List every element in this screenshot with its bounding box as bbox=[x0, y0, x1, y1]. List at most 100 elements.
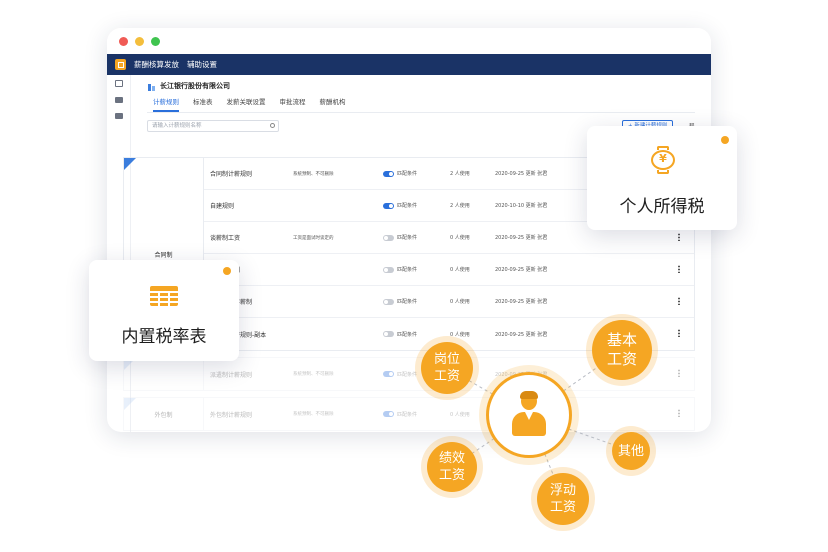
bubble-line: 浮动 bbox=[549, 483, 576, 498]
match-label: 匹配条件 bbox=[397, 203, 418, 209]
bubble-line: 工资 bbox=[549, 500, 576, 515]
rule-description: 系统预制、不可删除 bbox=[293, 372, 334, 377]
group-label bbox=[124, 358, 204, 390]
match-condition: 匹配条件 bbox=[383, 266, 450, 273]
app-logo-icon bbox=[115, 59, 126, 70]
close-window-button[interactable] bbox=[119, 37, 128, 46]
usage-count: 2 人使用 bbox=[450, 203, 470, 209]
bubble-line: 其他 bbox=[617, 443, 644, 459]
more-options-icon[interactable] bbox=[678, 297, 680, 305]
bubble-line: 工资 bbox=[606, 350, 637, 368]
tab-rules[interactable]: 计薪规则 bbox=[153, 96, 179, 112]
tab-bar: 计薪规则 标准表 发薪关联设置 审批流程 薪酬机构 bbox=[147, 96, 695, 113]
bubble-line: 绩效 bbox=[438, 451, 465, 466]
search-input[interactable]: 请输入计薪规则名称 bbox=[147, 120, 279, 132]
top-navbar: 薪酬核算发放 辅助设置 bbox=[107, 54, 711, 75]
match-label: 匹配条件 bbox=[397, 371, 418, 378]
card-dot bbox=[223, 267, 231, 275]
sidebar-bank-icon[interactable] bbox=[114, 97, 123, 103]
table-row[interactable]: 职级工资制匹配条件0 人使用2020-09-25 更新 张君 bbox=[204, 254, 694, 286]
minimize-window-button[interactable] bbox=[135, 37, 144, 46]
usage-count: 0 人使用 bbox=[450, 331, 470, 338]
more-options-icon[interactable] bbox=[678, 369, 680, 377]
match-label: 匹配条件 bbox=[397, 411, 418, 418]
more-options-icon[interactable] bbox=[678, 329, 680, 337]
tab-standard-table[interactable]: 标准表 bbox=[193, 96, 213, 112]
table-row[interactable]: 高级人员年薪制匹配条件0 人使用2020-09-25 更新 张君 bbox=[204, 286, 694, 318]
bubble-line: 基本 bbox=[606, 331, 637, 349]
rule-name[interactable]: 派遣制计薪规则 bbox=[204, 370, 293, 379]
match-toggle[interactable] bbox=[383, 331, 394, 337]
usage-count: 0 人使用 bbox=[450, 299, 470, 305]
tab-approval[interactable]: 审批流程 bbox=[280, 96, 306, 112]
income-tax-card: ¥ 个人所得税 bbox=[587, 126, 737, 230]
match-label: 匹配条件 bbox=[397, 235, 418, 241]
post-salary-bubble: 岗位 工资 bbox=[421, 342, 473, 394]
watch-coin-icon: ¥ bbox=[649, 146, 677, 174]
other-bubble: 其他 bbox=[612, 432, 650, 470]
match-toggle[interactable] bbox=[383, 371, 394, 377]
nav-title[interactable]: 薪酬核算发放 bbox=[134, 59, 179, 70]
sidebar-menu-icon[interactable] bbox=[114, 80, 123, 87]
bubble-line: 岗位 bbox=[433, 352, 460, 367]
employee-icon bbox=[512, 391, 546, 438]
employee-hub bbox=[486, 372, 572, 458]
match-condition: 匹配条件 bbox=[383, 411, 450, 418]
match-condition: 匹配条件 bbox=[383, 202, 450, 209]
updated-info: 2020-09-25 更新 张君 bbox=[495, 235, 548, 241]
match-toggle[interactable] bbox=[383, 266, 394, 273]
title-bar bbox=[107, 28, 711, 54]
tax-rate-table-label: 内置税率表 bbox=[121, 327, 207, 347]
rule-name[interactable]: 谈薪制工资 bbox=[204, 233, 293, 242]
match-toggle[interactable] bbox=[383, 170, 394, 177]
maximize-window-button[interactable] bbox=[151, 37, 160, 46]
table-row[interactable]: 外包制计薪规则 系统预制、不可删除 匹配条件 0 人使用 bbox=[204, 398, 694, 430]
match-condition: 匹配条件 bbox=[383, 298, 450, 305]
group-label: 外包制 bbox=[124, 398, 204, 430]
rule-name[interactable]: 合同制计薪规则 bbox=[204, 169, 293, 178]
company-header: 长江银行股份有限公司 bbox=[147, 81, 695, 91]
tax-rate-table-card: 内置税率表 bbox=[89, 260, 239, 361]
updated-info: 2020-09-25 更新 张君 bbox=[495, 267, 548, 273]
usage-count: 2 人使用 bbox=[450, 171, 470, 177]
building-icon bbox=[147, 81, 156, 91]
more-options-icon[interactable] bbox=[678, 409, 680, 417]
match-toggle[interactable] bbox=[383, 411, 394, 417]
tab-org[interactable]: 薪酬机构 bbox=[320, 96, 346, 112]
more-options-icon[interactable] bbox=[678, 265, 680, 273]
match-label: 匹配条件 bbox=[397, 267, 418, 273]
match-toggle[interactable] bbox=[383, 202, 394, 209]
base-salary-bubble: 基本 工资 bbox=[592, 320, 652, 380]
tab-payroll-link[interactable]: 发薪关联设置 bbox=[227, 96, 266, 112]
rule-description: 系统预制、不可删除 bbox=[293, 171, 334, 177]
match-condition: 匹配条件 bbox=[383, 170, 450, 177]
search-icon[interactable] bbox=[270, 123, 275, 128]
usage-count: 0 人使用 bbox=[450, 235, 470, 241]
table-grid-icon bbox=[150, 286, 178, 306]
updated-info: 2020-09-25 更新 张君 bbox=[495, 299, 548, 305]
floating-salary-bubble: 浮动 工资 bbox=[537, 473, 589, 525]
rule-name[interactable]: 自建规则 bbox=[204, 201, 293, 210]
match-label: 匹配条件 bbox=[397, 171, 418, 177]
sidebar-layers-icon[interactable] bbox=[114, 113, 123, 119]
rule-description: 工资是面试时谈定的 bbox=[293, 235, 334, 241]
match-condition: 匹配条件 bbox=[383, 234, 450, 241]
more-options-icon[interactable] bbox=[678, 233, 680, 241]
performance-salary-bubble: 绩效 工资 bbox=[427, 442, 477, 492]
search-placeholder: 请输入计薪规则名称 bbox=[152, 123, 202, 129]
rule-name[interactable]: 外包制计薪规则 bbox=[204, 410, 293, 419]
company-name: 长江银行股份有限公司 bbox=[160, 82, 230, 90]
rule-description: 系统预制、不可删除 bbox=[293, 412, 334, 417]
income-tax-label: 个人所得税 bbox=[619, 197, 705, 217]
bubble-line: 工资 bbox=[438, 468, 465, 483]
match-toggle[interactable] bbox=[383, 298, 394, 305]
bubble-line: 工资 bbox=[433, 369, 460, 384]
match-label: 匹配条件 bbox=[397, 331, 418, 338]
card-dot bbox=[721, 136, 729, 144]
match-condition: 匹配条件 bbox=[383, 331, 450, 338]
nav-item-settings[interactable]: 辅助设置 bbox=[187, 59, 217, 70]
usage-count: 0 人使用 bbox=[450, 267, 470, 273]
match-label: 匹配条件 bbox=[397, 299, 418, 305]
match-toggle[interactable] bbox=[383, 234, 394, 241]
rule-group: 外包制 外包制计薪规则 系统预制、不可删除 匹配条件 0 人使用 bbox=[123, 397, 695, 431]
